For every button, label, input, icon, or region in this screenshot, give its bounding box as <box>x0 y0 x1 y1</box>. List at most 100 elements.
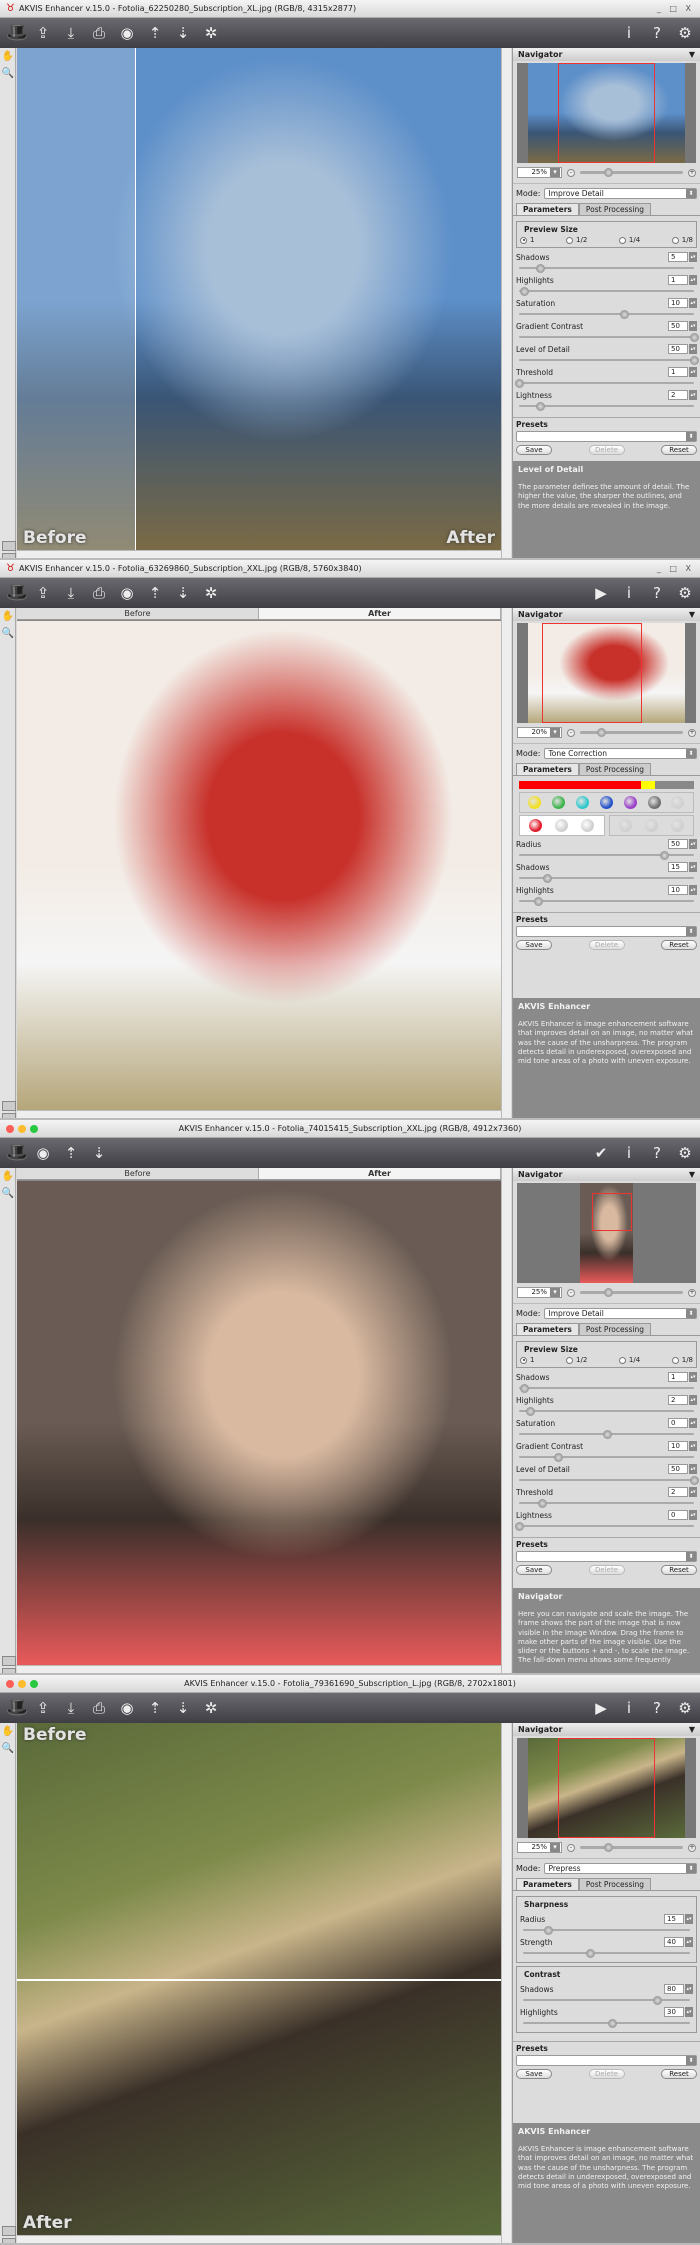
view-mode-split-icon[interactable] <box>2 1668 16 1673</box>
mode-select[interactable]: Prepress <box>543 1863 697 1874</box>
radio-button[interactable] <box>566 236 574 244</box>
import-preset-icon[interactable]: ⇡ <box>62 1144 80 1162</box>
navigator-view-frame[interactable] <box>592 1193 632 1231</box>
save-icon[interactable]: ⤓ <box>62 584 80 602</box>
slider-track[interactable] <box>519 1476 699 1485</box>
radio-button[interactable] <box>671 1356 679 1364</box>
zoom-in-button[interactable]: + <box>688 1288 696 1297</box>
picked-color-swatch[interactable] <box>529 819 543 832</box>
collapse-icon[interactable]: ▼ <box>689 48 695 61</box>
slider-handle[interactable] <box>607 2019 617 2028</box>
preview-size-option[interactable]: 1/2 <box>566 236 587 244</box>
help-icon[interactable]: ? <box>648 584 666 602</box>
run-icon[interactable]: ▶ <box>592 1699 610 1717</box>
share-icon[interactable]: ◉ <box>34 1144 52 1162</box>
radio-button[interactable] <box>618 236 626 244</box>
color-swatch[interactable] <box>599 796 613 809</box>
slider-handle[interactable] <box>537 1499 547 1508</box>
slider-handle[interactable] <box>536 264 545 273</box>
color-swatch[interactable] <box>671 796 685 809</box>
slider-value-input[interactable]: 50 <box>668 839 688 849</box>
spinner-buttons[interactable]: ▴▾ <box>689 1487 697 1497</box>
slider-track[interactable] <box>519 264 694 273</box>
presets-select[interactable] <box>516 926 697 937</box>
reset-button[interactable]: Reset <box>661 2069 697 2079</box>
batch-settings-icon[interactable]: ✲ <box>202 24 220 42</box>
presets-select[interactable] <box>516 431 697 442</box>
zoom-select[interactable]: 25% <box>517 167 562 178</box>
slider-value-input[interactable]: 10 <box>668 1441 688 1451</box>
color-swatch[interactable] <box>576 796 590 809</box>
radio-button[interactable] <box>520 236 527 244</box>
slider-track[interactable] <box>519 287 694 296</box>
color-swatch[interactable] <box>528 796 542 809</box>
slider-handle[interactable] <box>543 874 552 883</box>
image-window[interactable]: Before After <box>17 1723 511 2243</box>
import-preset-icon[interactable]: ⇡ <box>146 584 164 602</box>
zoom-out-button[interactable]: - <box>567 1288 575 1297</box>
spinner-buttons[interactable]: ▴▾ <box>689 1510 697 1520</box>
slider-value-input[interactable]: 1 <box>668 275 688 285</box>
slider-track[interactable] <box>519 402 694 411</box>
slider-value-input[interactable]: 1 <box>668 367 688 377</box>
horizontal-scrollbar[interactable] <box>17 1110 501 1118</box>
preview-size-option[interactable]: 1/8 <box>671 1356 693 1364</box>
view-mode-single-icon[interactable] <box>2 541 16 551</box>
open-icon[interactable]: ⇪ <box>34 1699 52 1717</box>
zoom-slider-handle[interactable] <box>603 1843 613 1852</box>
navigator-view-frame[interactable] <box>558 63 655 163</box>
tab-before[interactable]: Before <box>17 1168 259 1179</box>
settings-icon[interactable]: ⚙ <box>676 24 694 42</box>
tab-post-processing[interactable]: Post Processing <box>578 203 651 215</box>
slider-handle[interactable] <box>536 402 545 411</box>
spinner-buttons[interactable]: ▴▾ <box>689 344 697 354</box>
magic-wand-icon[interactable]: 🎩 <box>6 1144 28 1162</box>
navigator-view-frame[interactable] <box>542 623 643 723</box>
picked-color-swatch[interactable] <box>581 819 595 832</box>
zoom-tool-icon[interactable]: 🔍 <box>1 1188 15 1202</box>
info-icon[interactable]: i <box>620 584 638 602</box>
image-window[interactable]: Before After <box>17 608 511 1118</box>
mode-select[interactable]: Improve Detail <box>543 188 697 199</box>
share-icon[interactable]: ◉ <box>118 584 136 602</box>
reset-button[interactable]: Reset <box>661 940 697 950</box>
spinner-buttons[interactable]: ▴▾ <box>689 321 697 331</box>
zoom-out-button[interactable]: - <box>567 1843 575 1852</box>
slider-handle[interactable] <box>553 1453 563 1462</box>
save-preset-button[interactable]: Save <box>516 1565 552 1575</box>
zoom-select[interactable]: 20% <box>517 727 562 738</box>
zoom-select[interactable]: 25% <box>517 1842 562 1853</box>
vertical-scrollbar[interactable] <box>501 1723 511 2243</box>
radio-button[interactable] <box>520 1356 527 1364</box>
collapse-icon[interactable]: ▼ <box>689 1168 695 1181</box>
view-mode-single-icon[interactable] <box>2 2226 16 2236</box>
presets-select[interactable] <box>516 2055 697 2066</box>
slider-handle[interactable] <box>660 851 670 860</box>
slider-track[interactable] <box>519 874 694 883</box>
view-mode-split-icon[interactable] <box>2 1113 16 1118</box>
print-icon[interactable]: ⎙ <box>90 24 108 42</box>
hand-tool-icon[interactable]: ✋ <box>1 1726 15 1740</box>
navigator-preview[interactable] <box>517 623 696 723</box>
zoom-slider[interactable] <box>580 1288 683 1297</box>
settings-icon[interactable]: ⚙ <box>676 584 694 602</box>
mode-select[interactable]: Improve Detail <box>543 1308 697 1319</box>
slider-value-input[interactable]: 2 <box>668 1487 688 1497</box>
slider-handle[interactable] <box>515 1522 524 1531</box>
picked-color-swatch[interactable] <box>555 819 569 832</box>
picked-color-swatch[interactable] <box>670 819 684 832</box>
slider-track[interactable] <box>519 356 699 365</box>
zoom-slider-handle[interactable] <box>596 728 606 737</box>
split-divider[interactable] <box>17 1979 501 1981</box>
zoom-slider-handle[interactable] <box>603 168 613 177</box>
spinner-buttons[interactable]: ▴▾ <box>689 1372 697 1382</box>
presets-select[interactable] <box>516 1551 697 1562</box>
image-window[interactable]: Before After <box>17 48 511 558</box>
zoom-tool-icon[interactable]: 🔍 <box>1 1743 15 1757</box>
horizontal-scrollbar[interactable] <box>17 550 501 558</box>
spinner-buttons[interactable]: ▴▾ <box>689 1418 697 1428</box>
import-preset-icon[interactable]: ⇡ <box>146 1699 164 1717</box>
hand-tool-icon[interactable]: ✋ <box>1 51 15 65</box>
slider-value-input[interactable]: 0 <box>668 1510 688 1520</box>
spinner-buttons[interactable]: ▴▾ <box>689 252 697 262</box>
